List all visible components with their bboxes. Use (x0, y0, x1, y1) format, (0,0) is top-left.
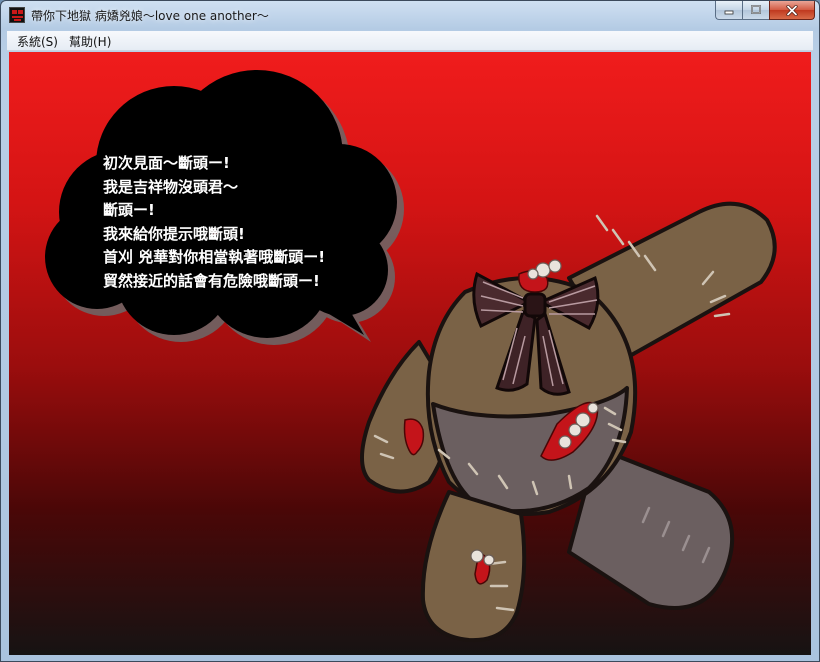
caption-buttons (715, 1, 815, 21)
title-bar[interactable]: 帶你下地獄 病嬌兇娘～love one another～ (1, 1, 819, 29)
dialog-line: 首刈 兇華對你相當執著哦斷頭ー! (103, 248, 326, 267)
app-icon[interactable] (9, 7, 25, 23)
dialog-line: 我來給你提示哦斷頭! (103, 224, 245, 243)
maximize-button[interactable] (742, 1, 769, 20)
dialog-line: 貿然接近的話會有危險哦斷頭ー! (103, 271, 320, 290)
menu-system[interactable]: 系統(S) (15, 33, 60, 50)
window-title: 帶你下地獄 病嬌兇娘～love one another～ (31, 9, 269, 23)
minimize-button[interactable] (715, 1, 742, 20)
menu-bar: 系統(S) 幫助(H) (7, 31, 813, 51)
game-canvas[interactable]: 初次見面～斷頭ー! 我是吉祥物沒頭君～ 斷頭ー! 我來給你提示哦斷頭! 首刈 兇… (9, 52, 811, 655)
close-button[interactable] (769, 1, 815, 20)
dialog-line: 斷頭ー! (103, 201, 155, 220)
dialog-line: 初次見面～斷頭ー! (103, 154, 230, 172)
dialog-text: 初次見面～斷頭ー! 我是吉祥物沒頭君～ 斷頭ー! 我來給你提示哦斷頭! 首刈 兇… (103, 152, 403, 294)
dialog-line: 我是吉祥物沒頭君～ (103, 177, 239, 196)
close-icon (786, 4, 798, 16)
menu-help[interactable]: 幫助(H) (67, 33, 113, 50)
minimize-icon (724, 10, 734, 15)
maximize-icon (751, 5, 761, 14)
app-window: 帶你下地獄 病嬌兇娘～love one another～ 系統(S) 幫助(H)… (0, 0, 820, 662)
game-scene (45, 70, 777, 643)
